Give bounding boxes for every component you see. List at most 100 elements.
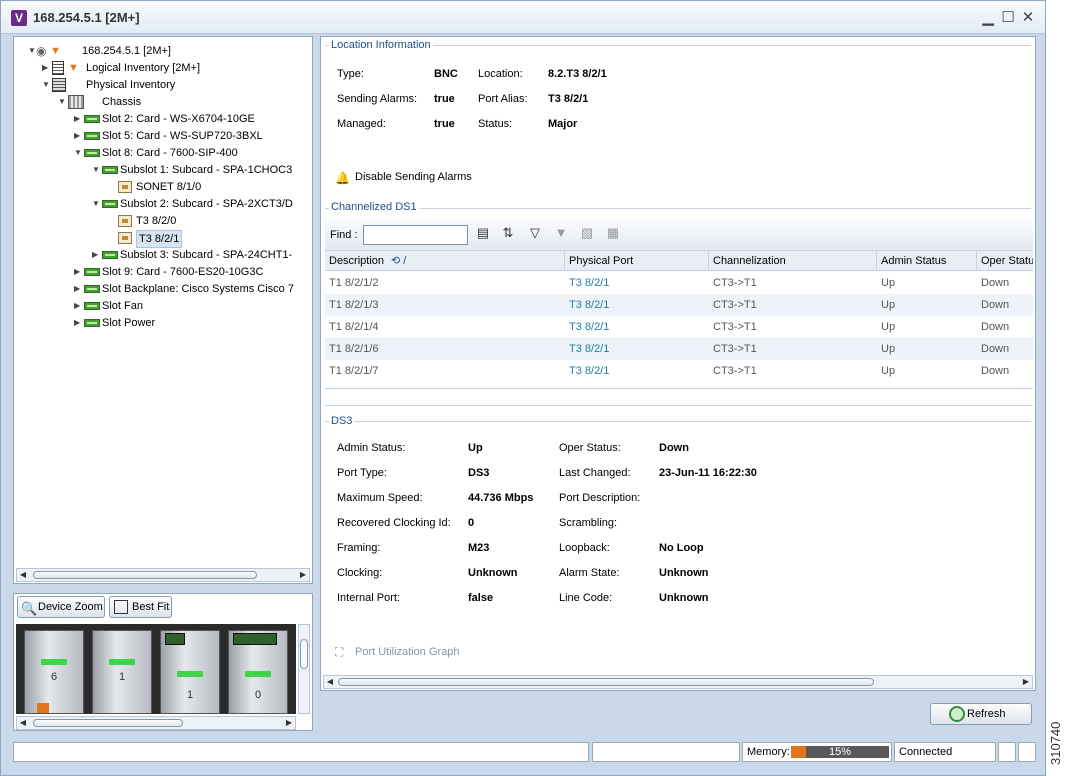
table-row[interactable]: T1 8/2/1/3 T3 8/2/1 CT3->T1 Up Down: [325, 294, 1033, 316]
details-panel: Location Information Type: BNC Location:…: [320, 36, 1036, 691]
refresh-button[interactable]: Refresh: [930, 703, 1032, 725]
table-row[interactable]: T1 8/2/1/2 T3 8/2/1 CT3->T1 Up Down: [325, 272, 1033, 294]
export-icon[interactable]: ▧: [579, 225, 595, 241]
expand-arrow-icon[interactable]: ▶: [42, 60, 50, 76]
memory-indicator: Memory: 15%: [742, 742, 892, 762]
find-input[interactable]: [363, 225, 468, 245]
table-cell: Up: [881, 277, 896, 289]
collapse-arrow-icon[interactable]: ▼: [28, 43, 36, 59]
status-message: [13, 742, 589, 762]
chassis-slot[interactable]: 0: [228, 630, 288, 714]
table-cell: Up: [881, 365, 896, 377]
maximize-icon[interactable]: ☐: [999, 8, 1017, 26]
tree-item[interactable]: ▶ Slot 5: Card - WS-SUP720-3BXL: [74, 128, 312, 144]
ds3-field-value: Unknown: [468, 567, 518, 579]
tree-item[interactable]: ▼ Physical Inventory: [42, 77, 312, 93]
table-cell: CT3->T1: [713, 365, 757, 377]
port-utilization-graph-link[interactable]: ⛶ Port Utilization Graph: [335, 644, 460, 660]
tree-item[interactable]: T3 8/2/0: [108, 213, 312, 229]
column-header-physical-port[interactable]: Physical Port: [565, 251, 709, 271]
tree-item[interactable]: ▼ Subslot 2: Subcard - SPA-2XCT3/D: [92, 196, 312, 212]
tree-item-label: Physical Inventory: [86, 79, 176, 91]
best-fit-button[interactable]: Best Fit: [109, 596, 172, 618]
device-zoom-button[interactable]: 🔍 Device Zoom: [17, 596, 105, 618]
sending-alarms-label: Sending Alarms:: [337, 93, 418, 105]
tree-item[interactable]: ▶ ▼ Logical Inventory [2M+]: [42, 60, 312, 76]
close-icon[interactable]: ✕: [1019, 8, 1037, 26]
scroll-thumb[interactable]: [338, 678, 874, 686]
expand-arrow-icon[interactable]: ▶: [74, 298, 82, 314]
column-header-description[interactable]: Description ⟲ /: [325, 251, 565, 271]
tree-item[interactable]: ▶ Slot 9: Card - 7600-ES20-10G3C: [74, 264, 312, 280]
sort-icon[interactable]: ⇅: [500, 225, 516, 241]
status-cell: [1018, 742, 1036, 762]
table-columns-icon[interactable]: ▤: [475, 225, 491, 241]
print-icon[interactable]: ▦: [605, 225, 621, 241]
column-header-channelization[interactable]: Channelization: [709, 251, 877, 271]
fit-icon: [114, 600, 128, 614]
scroll-right-icon[interactable]: ▶: [283, 717, 295, 729]
collapse-arrow-icon[interactable]: ▼: [42, 77, 50, 93]
device-horizontal-scrollbar[interactable]: ◀ ▶: [16, 716, 296, 730]
minimize-icon[interactable]: ▁: [979, 8, 997, 26]
tree-item[interactable]: ▼ Slot 8: Card - 7600-SIP-400: [74, 145, 312, 161]
tree-item[interactable]: SONET 8/1/0: [108, 179, 312, 195]
expand-arrow-icon[interactable]: ▶: [74, 128, 82, 144]
table-row[interactable]: T1 8/2/1/4 T3 8/2/1 CT3->T1 Up Down: [325, 316, 1033, 338]
ds3-field-value: 0: [468, 517, 475, 529]
physical-port-link[interactable]: T3 8/2/1: [565, 360, 609, 382]
tree-item[interactable]: ▼ ◉ ▼ 168.254.5.1 [2M+]: [28, 43, 312, 59]
tree-item[interactable]: ▶ Slot Fan: [74, 298, 312, 314]
expand-arrow-icon[interactable]: ▶: [92, 247, 100, 263]
graph-icon: ⛶: [335, 645, 344, 659]
scroll-left-icon[interactable]: ◀: [17, 717, 29, 729]
ds3-field-label: Admin Status:: [337, 442, 406, 454]
collapse-arrow-icon[interactable]: ▼: [74, 145, 82, 161]
device-vertical-scrollbar[interactable]: [298, 624, 310, 714]
collapse-arrow-icon[interactable]: ▼: [92, 162, 100, 178]
tree-item[interactable]: T3 8/2/1: [108, 230, 312, 248]
physical-port-link[interactable]: T3 8/2/1: [565, 316, 609, 338]
figure-id: 310740: [1048, 721, 1063, 765]
table-row[interactable]: T1 8/2/1/6 T3 8/2/1 CT3->T1 Up Down: [325, 338, 1033, 360]
collapse-arrow-icon[interactable]: ▼: [58, 94, 66, 110]
tree-item[interactable]: ▼ Subslot 1: Subcard - SPA-1CHOC3: [92, 162, 312, 178]
ds1-group-title: Channelized DS1: [329, 201, 419, 213]
expand-arrow-icon[interactable]: ▶: [74, 315, 82, 331]
tree-item[interactable]: ▼ Chassis: [58, 94, 312, 110]
memory-label: Memory:: [747, 746, 790, 758]
table-header: Description ⟲ / Physical Port Channeliza…: [325, 251, 1033, 271]
table-row[interactable]: T1 8/2/1/7 T3 8/2/1 CT3->T1 Up Down: [325, 360, 1033, 382]
table-cell: Down: [981, 343, 1010, 355]
physical-port-link[interactable]: T3 8/2/1: [565, 338, 609, 360]
tree-item[interactable]: ▶ Slot Backplane: Cisco Systems Cisco 7: [74, 281, 312, 297]
expand-arrow-icon[interactable]: ▶: [74, 111, 82, 127]
scroll-thumb[interactable]: [300, 639, 308, 669]
scroll-thumb[interactable]: [33, 571, 257, 579]
column-header-oper-status[interactable]: Oper Status: [977, 251, 1033, 271]
tree-horizontal-scrollbar[interactable]: ◀ ▶: [16, 568, 310, 582]
scroll-left-icon[interactable]: ◀: [17, 569, 29, 581]
chassis-slot[interactable]: 1: [92, 630, 152, 714]
collapse-arrow-icon[interactable]: ▼: [92, 196, 100, 212]
expand-arrow-icon[interactable]: ▶: [74, 281, 82, 297]
physical-port-link[interactable]: T3 8/2/1: [565, 294, 609, 316]
details-horizontal-scrollbar[interactable]: ◀ ▶: [323, 675, 1033, 689]
chassis-slot[interactable]: 1: [160, 630, 220, 714]
alarm-bell-icon: 🔔: [335, 171, 350, 185]
scroll-thumb[interactable]: [33, 719, 183, 727]
expand-arrow-icon[interactable]: ▶: [74, 264, 82, 280]
filter-icon[interactable]: ▽: [527, 225, 543, 241]
scroll-left-icon[interactable]: ◀: [324, 676, 336, 688]
column-header-admin-status[interactable]: Admin Status: [877, 251, 977, 271]
scroll-right-icon[interactable]: ▶: [1020, 676, 1032, 688]
tree-item[interactable]: ▶ Subslot 3: Subcard - SPA-24CHT1-: [92, 247, 312, 263]
disable-sending-alarms-link[interactable]: 🔔 Disable Sending Alarms: [335, 169, 472, 185]
tree-item[interactable]: ▶ Slot 2: Card - WS-X6704-10GE: [74, 111, 312, 127]
physical-port-link[interactable]: T3 8/2/1: [565, 272, 609, 294]
tree-item[interactable]: ▶ Slot Power: [74, 315, 312, 331]
chassis-slot[interactable]: 6: [24, 630, 84, 714]
scroll-right-icon[interactable]: ▶: [297, 569, 309, 581]
clear-filter-icon[interactable]: ▼: [553, 225, 569, 241]
table-cell: CT3->T1: [713, 321, 757, 333]
